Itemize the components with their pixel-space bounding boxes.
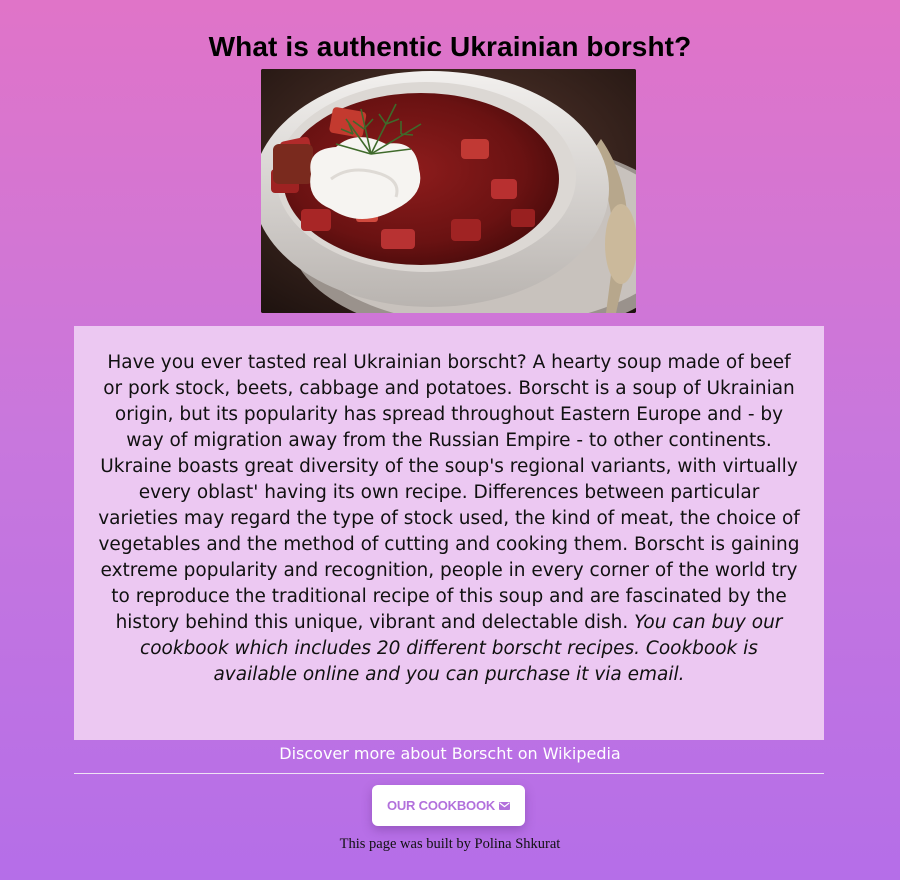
wikipedia-link[interactable]: Discover more about Borscht on Wikipedia [0,744,900,763]
footer-credit: This page was built by Polina Shkurat [339,836,561,852]
page: What is authentic Ukrainian borsht? Have… [0,0,900,880]
article-card: Have you ever tasted real Ukrainian bors… [74,326,824,740]
wikipedia-link-label[interactable]: Discover more about Borscht on Wikipedia [279,744,620,763]
borscht-photo [261,69,636,313]
our-cookbook-label: OUR COOKBOOK [386,798,496,813]
envelope-icon [499,801,511,810]
page-title: What is authentic Ukrainian borsht? [208,30,692,62]
divider [74,773,824,774]
article-text: Have you ever tasted real Ukrainian bors… [98,352,800,633]
article-paragraph: Have you ever tasted real Ukrainian bors… [98,350,800,688]
our-cookbook-button[interactable]: OUR COOKBOOK [372,785,525,826]
